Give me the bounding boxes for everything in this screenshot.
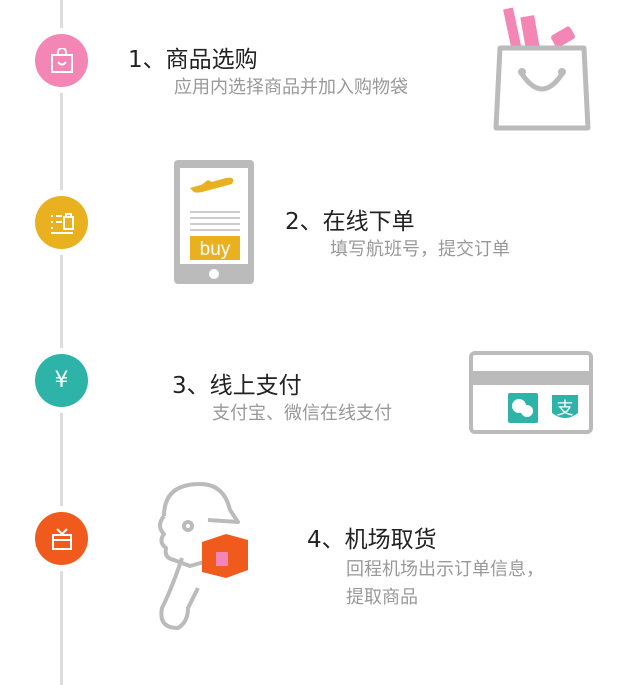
step-4-badge bbox=[35, 512, 88, 565]
delivery-mascot-illustration bbox=[158, 482, 248, 630]
gift-icon bbox=[51, 527, 72, 550]
order-list-icon bbox=[50, 212, 74, 234]
phone-illustration: buy bbox=[174, 160, 254, 284]
step-3-badge: ¥ bbox=[35, 354, 88, 407]
shopping-bag-illustration bbox=[493, 7, 591, 131]
step-3-title: 3、线上支付 bbox=[172, 373, 302, 399]
timeline-line bbox=[60, 0, 63, 685]
step-4-subtitle-line-1: 回程机场出示订单信息， bbox=[346, 559, 544, 580]
step-3-subtitle: 支付宝、微信在线支付 bbox=[212, 403, 392, 424]
step-4-subtitle-line-2: 提取商品 bbox=[346, 587, 418, 608]
step-4-title: 4、机场取货 bbox=[307, 527, 437, 553]
step-2-badge bbox=[35, 196, 88, 249]
step-1-title: 1、商品选购 bbox=[128, 47, 258, 73]
step-2-subtitle: 填写航班号，提交订单 bbox=[330, 239, 510, 260]
yen-icon: ¥ bbox=[54, 368, 69, 393]
payment-card-illustration: 支 bbox=[469, 351, 593, 434]
buy-label: buy bbox=[200, 239, 231, 260]
alipay-glyph: 支 bbox=[557, 399, 574, 419]
step-2-title: 2、在线下单 bbox=[285, 209, 415, 235]
step-1-subtitle: 应用内选择商品并加入购物袋 bbox=[174, 77, 408, 98]
step-1-badge bbox=[35, 34, 88, 87]
shopping-bag-icon bbox=[50, 47, 73, 73]
